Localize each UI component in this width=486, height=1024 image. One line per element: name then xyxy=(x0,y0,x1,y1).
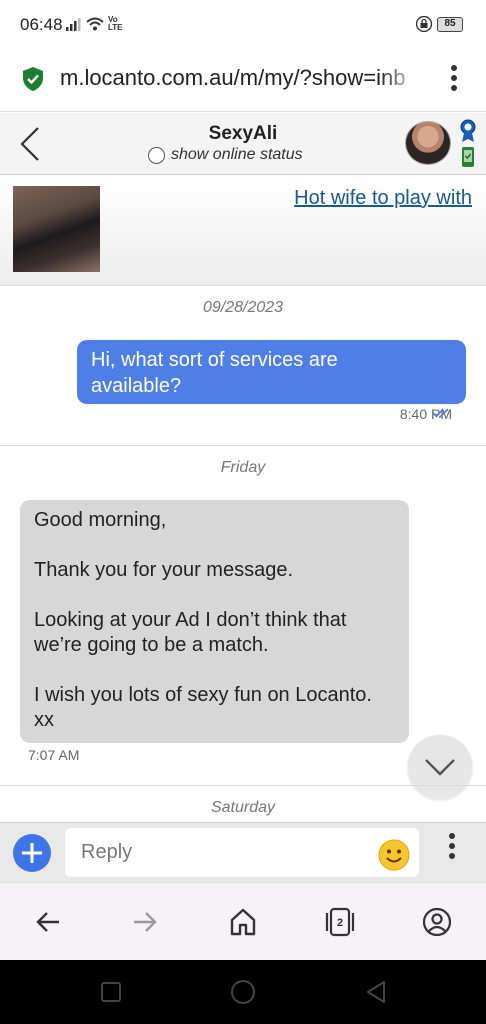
status-time: 06:48 xyxy=(20,15,63,34)
date-separator: Friday xyxy=(220,459,266,476)
back-triangle-icon[interactable] xyxy=(363,979,389,1005)
message-time: 7:07 AM xyxy=(28,747,80,763)
add-attachment-button[interactable] xyxy=(13,834,51,872)
message-paragraph: I wish you lots of sexy fun on Locanto. … xyxy=(34,684,372,731)
browser-menu-button[interactable] xyxy=(451,65,457,91)
phone-verified-icon xyxy=(462,147,474,167)
date-separator: 09/28/2023 xyxy=(202,299,284,316)
secure-shield-icon[interactable] xyxy=(22,66,44,92)
tabs-icon[interactable]: 2 xyxy=(323,905,357,939)
signal-icon xyxy=(66,18,81,31)
browser-url-bar[interactable]: m.locanto.com.au/m/my/?show=inb xyxy=(0,50,486,112)
date-separator: Saturday xyxy=(210,799,276,816)
message-line: available? xyxy=(91,375,182,397)
chevron-down-icon xyxy=(425,759,455,776)
contact-name: SexyAli xyxy=(208,123,278,144)
back-chevron-icon[interactable] xyxy=(18,125,42,163)
volte-icon: Vo LTE xyxy=(108,15,123,32)
url-text[interactable]: m.locanto.com.au/m/my/?show=inb xyxy=(60,65,420,91)
home-circle-icon[interactable] xyxy=(229,978,257,1006)
chat-menu-button[interactable] xyxy=(449,833,455,859)
status-icons: Vo LTE xyxy=(66,16,124,32)
ad-banner: Hot wife to play with xyxy=(0,176,486,286)
emoji-icon[interactable] xyxy=(378,839,410,871)
message-paragraph: Looking at your Ad I don’t think that we… xyxy=(34,609,347,656)
forward-arrow-icon[interactable] xyxy=(128,905,162,939)
recents-square-icon[interactable] xyxy=(99,980,123,1004)
tab-count: 2 xyxy=(337,917,343,929)
divider xyxy=(0,785,486,786)
ad-thumbnail-image[interactable] xyxy=(13,186,100,272)
contact-avatar[interactable] xyxy=(405,121,451,165)
scroll-down-button[interactable] xyxy=(408,735,472,799)
message-paragraph: Good morning, xyxy=(34,509,167,531)
back-arrow-icon[interactable] xyxy=(31,905,65,939)
ad-title-link[interactable]: Hot wife to play with xyxy=(294,187,472,210)
online-status-label: show online status xyxy=(171,146,303,163)
divider xyxy=(0,445,486,446)
online-status-toggle[interactable]: show online status xyxy=(148,146,303,164)
lock-icon xyxy=(416,16,432,32)
account-icon[interactable] xyxy=(420,905,454,939)
plus-icon xyxy=(22,843,42,863)
outgoing-message-bubble: Hi, what sort of services are available? xyxy=(77,340,466,404)
reply-bar xyxy=(0,822,486,882)
browser-bottom-nav: 2 xyxy=(0,882,486,960)
message-line: Hi, what sort of services are xyxy=(91,349,338,371)
status-bar: 06:48 Vo LTE 85 xyxy=(0,0,486,50)
reply-input[interactable] xyxy=(65,828,419,877)
online-status-radio[interactable] xyxy=(148,146,165,164)
system-nav-bar xyxy=(0,960,486,1024)
verified-badge-icon xyxy=(460,119,476,142)
home-icon[interactable] xyxy=(226,905,260,939)
battery-icon: 85 xyxy=(437,17,463,32)
read-ticks-icon xyxy=(432,408,449,418)
incoming-message-bubble: Good morning, Thank you for your message… xyxy=(20,500,409,743)
message-paragraph: Thank you for your message. xyxy=(34,559,294,581)
wifi-icon xyxy=(86,17,104,31)
